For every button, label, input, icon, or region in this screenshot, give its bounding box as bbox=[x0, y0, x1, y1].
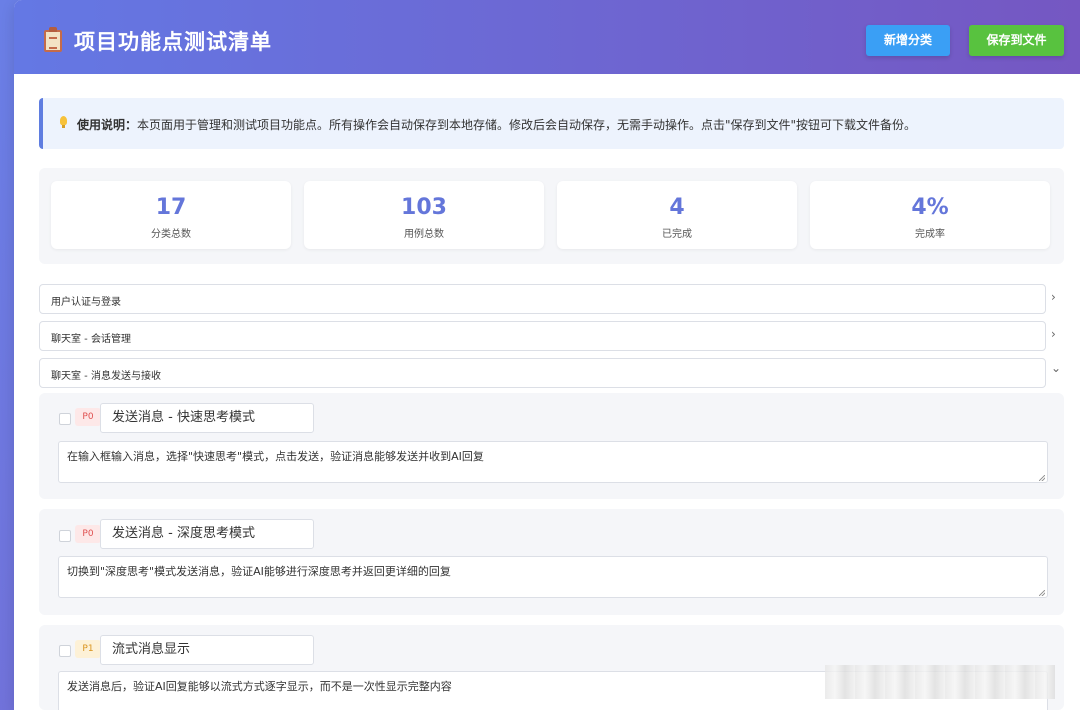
test-case-card: P0 发送消息 - 快速思考模式 在输入框输入消息，选择"快速思考"模式，点击发… bbox=[39, 393, 1064, 499]
case-title-input[interactable]: 发送消息 - 快速思考模式 bbox=[100, 403, 314, 433]
case-checkbox[interactable] bbox=[59, 413, 71, 425]
save-to-file-button[interactable]: 保存到文件 bbox=[969, 25, 1064, 56]
page-header: 项目功能点测试清单 新增分类 保存到文件 bbox=[14, 0, 1080, 74]
stat-completion-rate: 4% 完成率 bbox=[810, 181, 1050, 249]
stat-value: 103 bbox=[401, 195, 447, 220]
case-title-input[interactable]: 流式消息显示 bbox=[100, 635, 314, 665]
category-user-auth[interactable]: 用户认证与登录 bbox=[39, 284, 1046, 314]
chevron-right-icon[interactable]: › bbox=[1051, 290, 1056, 304]
stat-category-total: 17 分类总数 bbox=[51, 181, 291, 249]
stat-label: 用例总数 bbox=[404, 229, 444, 240]
case-checkbox[interactable] bbox=[59, 530, 71, 542]
test-case-card: P0 发送消息 - 深度思考模式 切换到"深度思考"模式发送消息，验证AI能够进… bbox=[39, 509, 1064, 615]
stat-value: 17 bbox=[155, 195, 187, 220]
category-label: 用户认证与登录 bbox=[51, 297, 121, 308]
add-category-button[interactable]: 新增分类 bbox=[866, 25, 950, 56]
usage-notice: 使用说明：本页面用于管理和测试项目功能点。所有操作会自动保存到本地存储。修改后会… bbox=[39, 98, 1064, 149]
chevron-down-icon[interactable]: ⌄ bbox=[1051, 361, 1061, 375]
stat-label: 分类总数 bbox=[151, 229, 191, 240]
priority-badge: P0 bbox=[75, 525, 101, 543]
app-window: 项目功能点测试清单 新增分类 保存到文件 使用说明：本页面用于管理和测试项目功能… bbox=[14, 0, 1080, 710]
priority-badge: P1 bbox=[75, 640, 101, 658]
stat-value: 4 bbox=[669, 195, 685, 220]
category-label: 聊天室 - 消息发送与接收 bbox=[51, 371, 161, 382]
stat-label: 已完成 bbox=[662, 229, 692, 240]
resize-handle-icon[interactable] bbox=[1039, 475, 1045, 481]
stat-value: 4% bbox=[911, 195, 949, 220]
notice-text: 本页面用于管理和测试项目功能点。所有操作会自动保存到本地存储。修改后会自动保存，… bbox=[137, 118, 917, 132]
stat-label: 完成率 bbox=[915, 229, 945, 240]
watermark bbox=[825, 665, 1055, 699]
page-title: 项目功能点测试清单 bbox=[74, 30, 272, 54]
case-title-input[interactable]: 发送消息 - 深度思考模式 bbox=[100, 519, 314, 549]
category-chat-session[interactable]: 聊天室 - 会话管理 bbox=[39, 321, 1046, 351]
stats-panel: 17 分类总数 103 用例总数 4 已完成 4% 完成率 bbox=[39, 168, 1064, 264]
lightbulb-icon bbox=[60, 116, 67, 128]
notice-label: 使用说明： bbox=[77, 118, 138, 132]
case-description-textarea[interactable]: 切换到"深度思考"模式发送消息，验证AI能够进行深度思考并返回更详细的回复 bbox=[58, 556, 1048, 598]
clipboard-icon bbox=[44, 27, 62, 52]
category-chat-messaging[interactable]: 聊天室 - 消息发送与接收 bbox=[39, 358, 1046, 388]
case-checkbox[interactable] bbox=[59, 645, 71, 657]
stat-completed: 4 已完成 bbox=[557, 181, 797, 249]
category-label: 聊天室 - 会话管理 bbox=[51, 334, 131, 345]
priority-badge: P0 bbox=[75, 408, 101, 426]
resize-handle-icon[interactable] bbox=[1039, 590, 1045, 596]
stat-case-total: 103 用例总数 bbox=[304, 181, 544, 249]
case-description-textarea[interactable]: 在输入框输入消息，选择"快速思考"模式，点击发送，验证消息能够发送并收到AI回复 bbox=[58, 441, 1048, 483]
chevron-right-icon[interactable]: › bbox=[1051, 327, 1056, 341]
